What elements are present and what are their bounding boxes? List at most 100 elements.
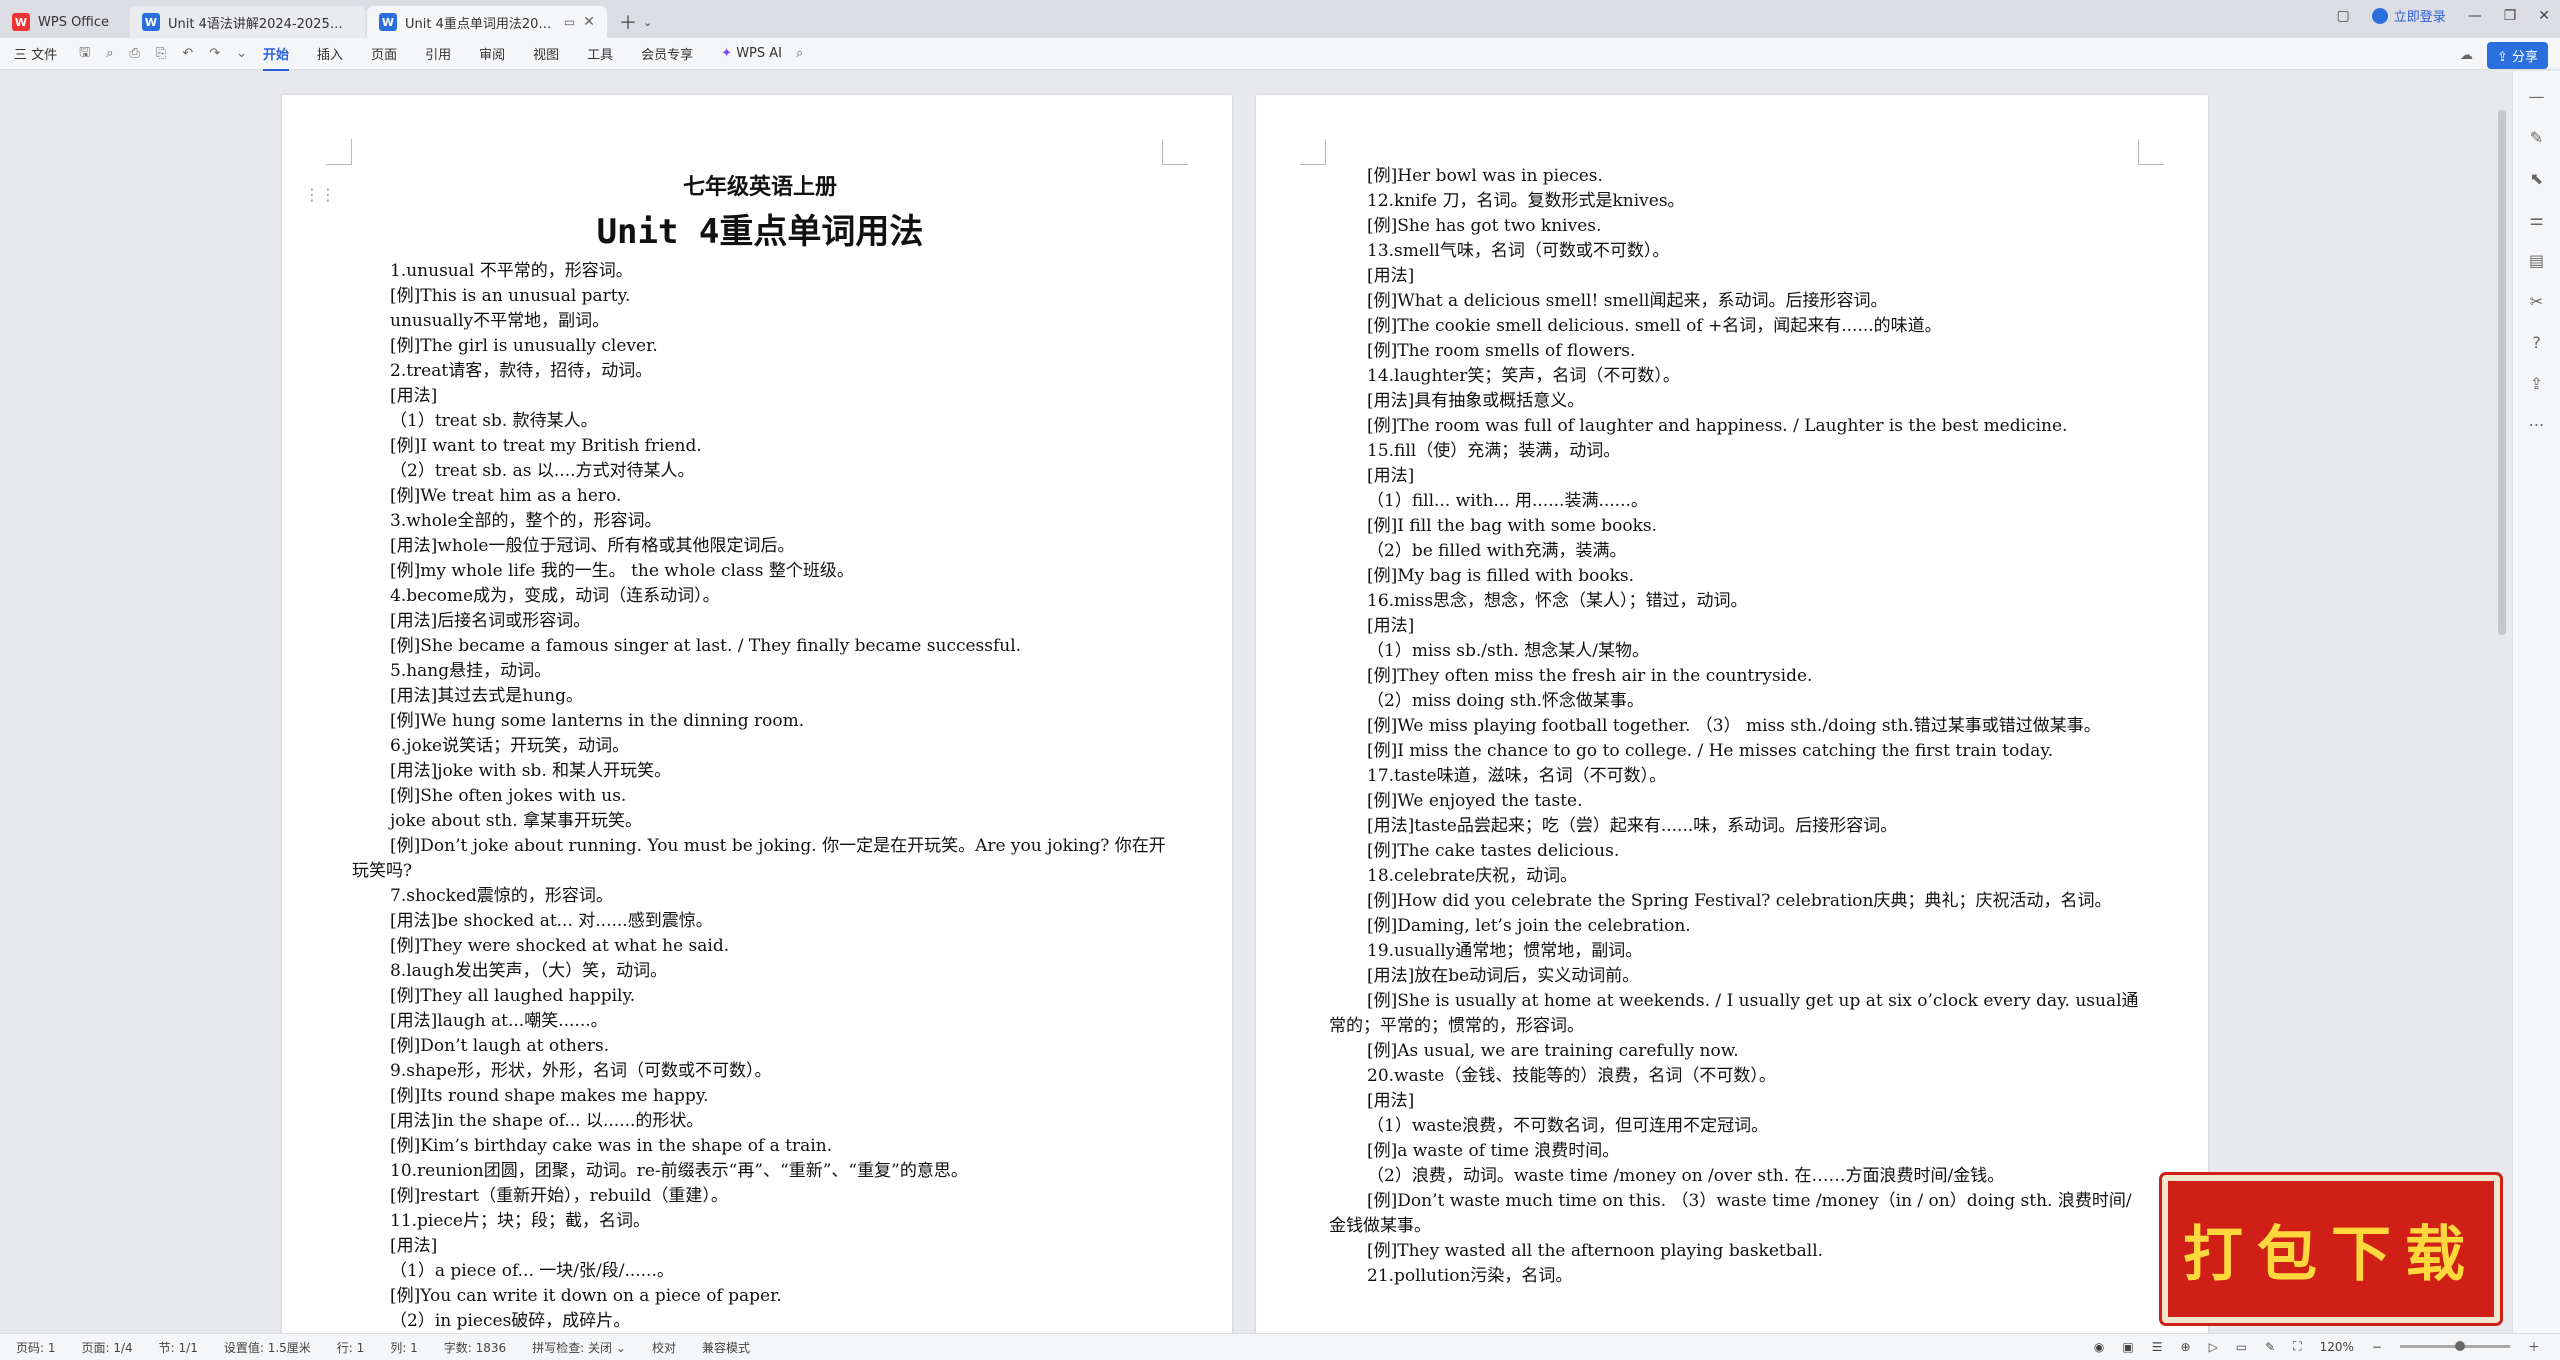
- play-icon[interactable]: ▷: [2209, 1340, 2218, 1354]
- monitor-icon[interactable]: ▭: [564, 15, 575, 29]
- text-line: [例]We treat him as a hero.: [390, 486, 622, 506]
- more-icon[interactable]: ⋯: [2529, 415, 2545, 434]
- text-line: [用法]具有抽象或概括意义。: [1367, 391, 1585, 411]
- undo-icon[interactable]: ↶: [182, 46, 193, 61]
- fit-icon[interactable]: ⛶: [2293, 1339, 2301, 1354]
- share-doc-icon[interactable]: ⇪: [2530, 374, 2543, 393]
- file-menu[interactable]: 三 文件: [14, 44, 57, 63]
- share-button[interactable]: ⇪ 分享: [2486, 42, 2548, 69]
- menu-right: ☁ ⇪ 分享: [2460, 42, 2548, 69]
- menu-insert[interactable]: 插入: [317, 44, 343, 63]
- text-line: [例]a waste of time 浪费时间。: [1367, 1141, 1620, 1161]
- eye-icon[interactable]: ◉: [2094, 1340, 2104, 1354]
- document-area: ⋮⋮ 七年级英语上册 Unit 4重点单词用法 1.unusual 不平常的，形…: [0, 71, 2490, 1335]
- zoom-out-icon[interactable]: −: [2372, 1340, 2382, 1354]
- tab-unit4-grammar[interactable]: W Unit 4语法讲解2024-2025学年外研版: [130, 6, 365, 38]
- cloud-icon[interactable]: ☁: [2460, 48, 2473, 63]
- status-right: ◉ ▣ ☰ ⊕ ▷ ▭ ✎ ⛶ 120% − ＋: [2094, 1338, 2540, 1355]
- collapse-icon[interactable]: —: [2529, 87, 2545, 106]
- text-line: [例]As usual, we are training carefully n…: [1367, 1041, 1739, 1061]
- text-line: 14.laughter笑；笑声，名词（不可数）。: [1367, 366, 1680, 386]
- text-line: [例]The cookie smell delicious. smell of …: [1367, 316, 1942, 336]
- zoom-knob[interactable]: [2454, 1341, 2465, 1351]
- status-bar: 页码: 1 页面: 1/4 节: 1/1 设置值: 1.5厘米 行: 1 列: …: [0, 1333, 2560, 1360]
- zoom-in-icon[interactable]: ＋: [2528, 1338, 2540, 1355]
- banner-text: 打包下载: [2183, 1219, 2479, 1290]
- share-label: 分享: [2511, 50, 2538, 65]
- menu-review[interactable]: 审阅: [479, 44, 505, 63]
- text-line: [用法]be shocked at... 对......感到震惊。: [390, 911, 713, 931]
- menu-tools[interactable]: 工具: [587, 44, 613, 63]
- adjust-icon[interactable]: ⚌: [2529, 210, 2543, 229]
- text-line: 11.piece片；块；段；截，名词。: [390, 1211, 650, 1231]
- text-line: 19.usually通常地；惯常地，副词。: [1367, 941, 1643, 961]
- avatar-icon: [2371, 7, 2388, 24]
- layout-icon[interactable]: ▢: [2336, 8, 2349, 24]
- tab-unit4-vocabulary[interactable]: W Unit 4重点单词用法2024-202 ▭ ✕: [367, 6, 607, 38]
- close-window-icon[interactable]: ✕: [2538, 8, 2550, 24]
- page-2-content[interactable]: [例]Her bowl was in pieces. 12.knife 刀，名词。…: [1329, 164, 2145, 1289]
- drag-handle-icon[interactable]: ⋮⋮: [304, 185, 336, 204]
- menu-home[interactable]: 开始: [263, 44, 290, 71]
- text-line: [用法]其过去式是hung。: [390, 686, 583, 706]
- login-button[interactable]: 立即登录: [2371, 6, 2446, 25]
- wps-ai-button[interactable]: ✦ WPS AI: [721, 46, 782, 61]
- menu-references[interactable]: 引用: [425, 44, 451, 63]
- text-line: [例]She has got two knives.: [1367, 216, 1602, 236]
- download-banner[interactable]: 打包下载: [2162, 1175, 2500, 1323]
- text-line: 16.miss思念，想念，怀念（某人）；错过，动词。: [1367, 591, 1748, 611]
- zoom-level[interactable]: 120%: [2320, 1340, 2354, 1354]
- read-icon[interactable]: ▭: [2236, 1340, 2247, 1354]
- page-view-icon[interactable]: ▣: [2122, 1340, 2133, 1354]
- pen-icon[interactable]: ✎: [2265, 1340, 2275, 1354]
- zoom-slider[interactable]: [2399, 1341, 2510, 1351]
- menu-member[interactable]: 会员专享: [641, 44, 693, 63]
- text-line: （2）miss doing sth.怀念做某事。: [1367, 691, 1644, 711]
- text-line: [例]The room was full of laughter and hap…: [1367, 416, 2068, 436]
- text-line: 10.reunion团圆，团聚，动词。re-前缀表示“再”、“重新”、“重复”的…: [390, 1161, 968, 1181]
- status-wordcount[interactable]: 字数: 1836: [444, 1339, 506, 1356]
- more-quick-icon[interactable]: ⌄: [236, 46, 247, 61]
- chevron-down-icon[interactable]: ⌄: [643, 16, 652, 29]
- tab-label: WPS Office: [38, 14, 110, 30]
- status-row: 行: 1: [336, 1340, 365, 1355]
- menu-view[interactable]: 视图: [533, 44, 559, 63]
- tab-wps-office[interactable]: W WPS Office: [0, 6, 128, 38]
- tools-icon[interactable]: ✂: [2530, 292, 2543, 311]
- right-tool-rail: — ✎ ⬉ ⚌ ▤ ✂ ? ⇪ ⋯: [2512, 71, 2560, 1333]
- text-line: [例]Kim’s birthday cake was in the shape …: [390, 1136, 833, 1156]
- status-proofread[interactable]: 校对: [652, 1339, 676, 1356]
- help-icon[interactable]: ?: [2532, 333, 2541, 352]
- redo-icon[interactable]: ↷: [209, 46, 220, 61]
- text-line: （1）fill... with... 用......装满......。: [1367, 491, 1648, 511]
- save-icon[interactable]: 🖫: [79, 43, 90, 65]
- restore-icon[interactable]: ❐: [2504, 8, 2517, 24]
- web-view-icon[interactable]: ⊕: [2181, 1340, 2191, 1354]
- text-line: [例]You can write it down on a piece of p…: [390, 1286, 782, 1306]
- search-doc-icon[interactable]: ⌕: [106, 46, 113, 61]
- status-pages: 页面: 1/4: [81, 1340, 133, 1355]
- format-icon[interactable]: ▤: [2529, 251, 2544, 270]
- text-line: [例]restart（重新开始），rebuild（重建）。: [390, 1186, 728, 1206]
- text-line: [例]Her bowl was in pieces.: [1367, 166, 1603, 186]
- text-line: [用法]taste品尝起来；吃（尝）起来有......味，系动词。后接形容词。: [1367, 816, 1898, 836]
- search-icon[interactable]: ⌕: [796, 46, 803, 61]
- text-line: [例]The room smells of flowers.: [1367, 341, 1636, 361]
- text-line: [例]The girl is unusually clever.: [390, 336, 658, 356]
- add-tab-button[interactable]: ＋ ⌄: [609, 6, 662, 38]
- menu-page[interactable]: 页面: [371, 44, 397, 63]
- close-tab-icon[interactable]: ✕: [583, 14, 595, 30]
- text-line: （1）treat sb. 款待某人。: [390, 411, 598, 431]
- print-preview-icon[interactable]: ⎘: [156, 46, 166, 61]
- vertical-scrollbar[interactable]: [2498, 110, 2506, 635]
- text-line: [用法]: [390, 1236, 438, 1256]
- page-1-content[interactable]: 七年级英语上册 Unit 4重点单词用法 1.unusual 不平常的，形容词。…: [352, 170, 1168, 1334]
- edit-icon[interactable]: ✎: [2530, 128, 2543, 147]
- minimize-icon[interactable]: —: [2468, 8, 2482, 24]
- text-line: 3.whole全部的，整个的，形容词。: [390, 511, 662, 531]
- text-line: （1）waste浪费，不可数名词，但可连用不定冠词。: [1367, 1116, 1769, 1136]
- select-icon[interactable]: ⬉: [2530, 169, 2543, 188]
- outline-icon[interactable]: ☰: [2152, 1340, 2163, 1354]
- status-spellcheck[interactable]: 拼写检查: 关闭 ⌄: [532, 1339, 626, 1356]
- print-icon[interactable]: ⎙: [130, 46, 140, 61]
